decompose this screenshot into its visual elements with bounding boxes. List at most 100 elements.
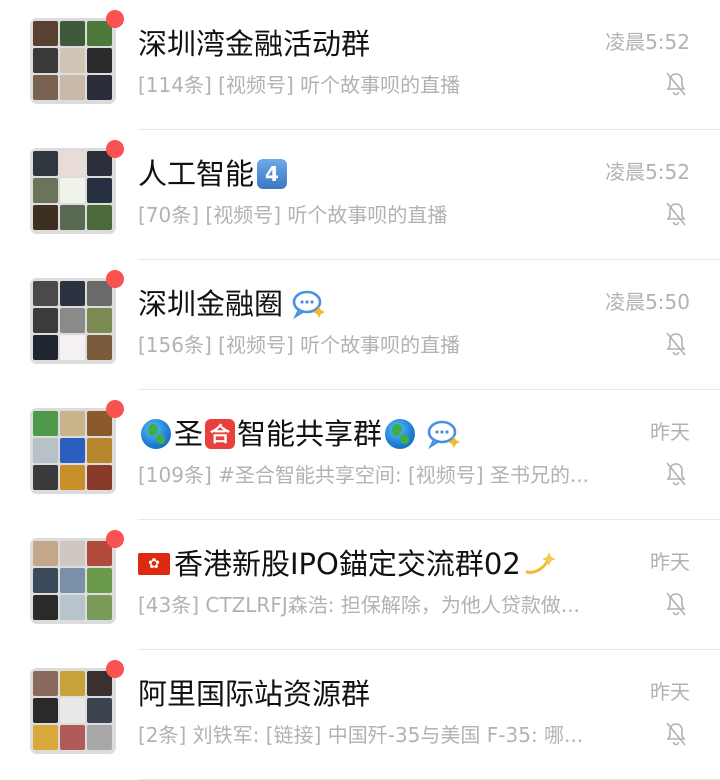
group-avatar-grid: [30, 668, 116, 754]
chat-title: ✿ 香港新股IPO錨定交流群02: [138, 544, 555, 584]
emoji-he-box-icon: 合: [205, 419, 236, 449]
chat-bubble-icon: [427, 420, 461, 450]
member-avatar-tile: [60, 411, 85, 436]
bell-slash-icon: [666, 202, 686, 226]
member-avatar-tile: [33, 465, 58, 490]
chat-time: 昨天: [650, 550, 690, 574]
member-avatar-tile: [60, 465, 85, 490]
chat-row-alibaba-intl[interactable]: 阿里国际站资源群 昨天 [2条] 刘铁军: [链接] 中国歼-35与美国 F-3…: [0, 650, 720, 780]
member-avatar-tile: [33, 281, 58, 306]
hong-kong-flag-icon: ✿: [138, 553, 170, 575]
member-avatar-tile: [33, 21, 58, 46]
member-avatar-tile: [33, 411, 58, 436]
member-avatar-tile: [60, 698, 85, 723]
member-avatar-tile: [87, 308, 112, 333]
member-avatar-tile: [87, 698, 112, 723]
member-avatar-tile: [33, 698, 58, 723]
member-avatar-tile: [33, 48, 58, 73]
member-avatar-tile: [60, 308, 85, 333]
group-avatar-grid: [30, 538, 116, 624]
chat-time: 凌晨5:50: [605, 290, 690, 314]
member-avatar-tile: [60, 75, 85, 100]
keycap-number-icon: 4: [257, 159, 288, 189]
chat-time: 昨天: [650, 680, 690, 704]
bell-slash-icon: [666, 592, 686, 616]
chat-row-shenzhen-bay-finance[interactable]: 深圳湾金融活动群 凌晨5:52 [114条] [视频号] 听个故事呗的直播: [0, 0, 720, 130]
member-avatar-tile: [33, 725, 58, 750]
title-part-sheng: 圣: [174, 417, 204, 451]
member-avatar-tile: [33, 568, 58, 593]
member-avatar-tile: [33, 541, 58, 566]
chat-title: 深圳金融圈: [138, 284, 327, 324]
member-avatar-tile: [60, 595, 85, 620]
member-avatar-tile: [87, 568, 112, 593]
group-avatar-grid: [30, 408, 116, 494]
member-avatar-tile: [60, 178, 85, 203]
chat-title: 阿里国际站资源群: [138, 677, 371, 711]
unread-dot: [106, 400, 124, 418]
member-avatar-tile: [87, 178, 112, 203]
member-avatar-tile: [33, 438, 58, 463]
member-avatar-tile: [60, 671, 85, 696]
member-avatar-tile: [60, 725, 85, 750]
group-avatar: [30, 660, 124, 754]
member-avatar-tile: [60, 151, 85, 176]
member-avatar-tile: [60, 205, 85, 230]
member-avatar-tile: [87, 205, 112, 230]
bell-slash-icon: [666, 72, 686, 96]
member-avatar-tile: [33, 671, 58, 696]
member-avatar-tile: [60, 438, 85, 463]
dizzy-sparkle-icon: [525, 552, 555, 574]
member-avatar-tile: [87, 335, 112, 360]
chat-row-ai[interactable]: 人工智能 4 凌晨5:52 [70条] [视频号] 听个故事呗的直播: [0, 130, 720, 260]
chat-title: 深圳湾金融活动群: [138, 27, 371, 61]
group-avatar: [30, 270, 124, 364]
chat-row-hk-ipo[interactable]: ✿ 香港新股IPO錨定交流群02 昨天 [43条] CTZLRFJ森浩: 担保解…: [0, 520, 720, 650]
member-avatar-tile: [60, 21, 85, 46]
chat-row-shenzhen-finance-circle[interactable]: 深圳金融圈 凌晨5:50 [156条] [视频号] 听个故事呗的直播: [0, 260, 720, 390]
chat-list: 深圳湾金融活动群 凌晨5:52 [114条] [视频号] 听个故事呗的直播 人工…: [0, 0, 720, 780]
member-avatar-tile: [33, 178, 58, 203]
group-avatar: [30, 140, 124, 234]
chat-time: 昨天: [650, 420, 690, 444]
unread-dot: [106, 10, 124, 28]
chat-time: 凌晨5:52: [605, 30, 690, 54]
member-avatar-tile: [87, 595, 112, 620]
unread-dot: [106, 660, 124, 678]
member-avatar-tile: [33, 335, 58, 360]
chat-preview: [2条] 刘铁军: [链接] 中国歼-35与美国 F-35: 哪...: [138, 723, 584, 747]
member-avatar-tile: [60, 335, 85, 360]
group-avatar-grid: [30, 278, 116, 364]
unread-dot: [106, 140, 124, 158]
member-avatar-tile: [87, 48, 112, 73]
chat-time: 凌晨5:52: [605, 160, 690, 184]
chat-preview: [43条] CTZLRFJ森浩: 担保解除，为他人贷款做...: [138, 593, 580, 617]
chat-row-shenghe-ai-share[interactable]: 圣 合 智能共享群 昨天 [109条] #圣合智能共享空间: [视频号] 圣书兄…: [0, 390, 720, 520]
member-avatar-tile: [33, 151, 58, 176]
member-avatar-tile: [33, 75, 58, 100]
group-avatar: [30, 10, 124, 104]
chat-preview: [70条] [视频号] 听个故事呗的直播: [138, 203, 448, 227]
bell-slash-icon: [666, 722, 686, 746]
title-part-rest: 智能共享群: [237, 417, 383, 451]
member-avatar-tile: [33, 308, 58, 333]
group-avatar: [30, 400, 124, 494]
chat-title: 圣 合 智能共享群: [138, 414, 462, 454]
chat-title: 人工智能 4: [138, 154, 288, 194]
chat-bubble-icon: [292, 290, 326, 320]
member-avatar-tile: [33, 595, 58, 620]
member-avatar-tile: [87, 465, 112, 490]
member-avatar-tile: [87, 725, 112, 750]
chat-preview: [114条] [视频号] 听个故事呗的直播: [138, 73, 461, 97]
chat-preview: [156条] [视频号] 听个故事呗的直播: [138, 333, 461, 357]
group-avatar: [30, 530, 124, 624]
bell-slash-icon: [666, 332, 686, 356]
chat-preview: [109条] #圣合智能共享空间: [视频号] 圣书兄的...: [138, 463, 590, 487]
member-avatar-tile: [87, 75, 112, 100]
member-avatar-tile: [60, 281, 85, 306]
member-avatar-tile: [60, 541, 85, 566]
group-avatar-grid: [30, 148, 116, 234]
group-avatar-grid: [30, 18, 116, 104]
globe-icon: [385, 419, 416, 449]
member-avatar-tile: [33, 205, 58, 230]
